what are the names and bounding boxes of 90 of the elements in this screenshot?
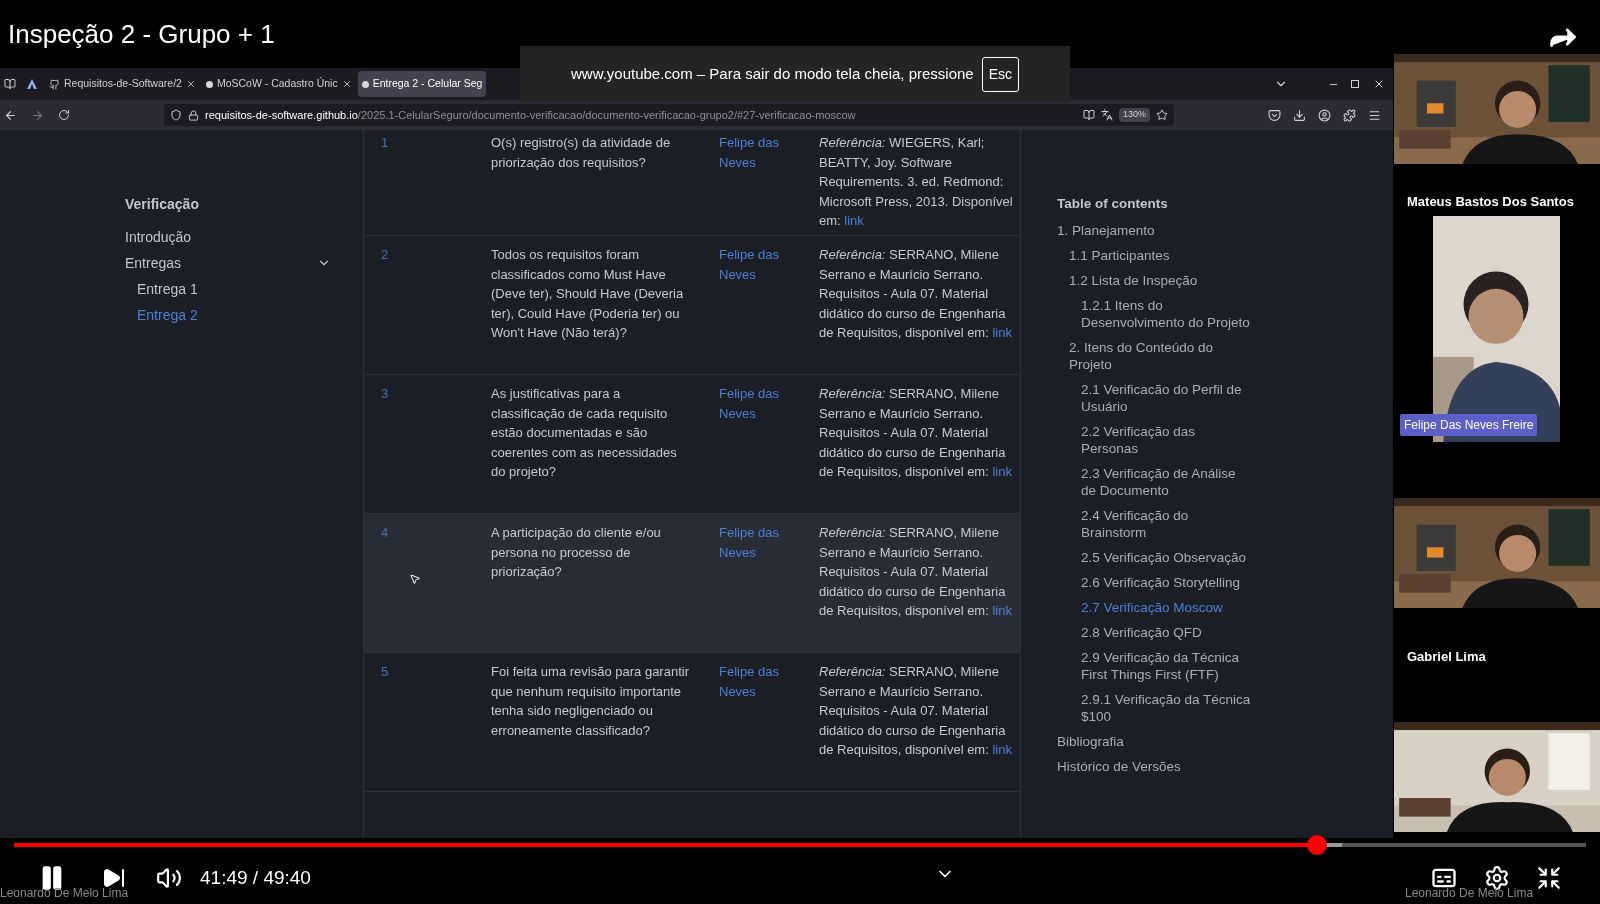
row-number: 4 <box>381 524 389 542</box>
reference-link[interactable]: link <box>992 742 1012 757</box>
participant-name-overlay: Leonardo De Melo Lima <box>1405 885 1534 902</box>
reference-text: Referência: WIEGERS, Karl; BEATTY, Joy. Software Requirements. 3. ed. Redmond: Microsoft Press, 2013. Disponível em: link <box>819 134 1014 230</box>
name-badge: Felipe Das Neves Freire <box>1400 414 1538 437</box>
browser-tab[interactable]: Entrega 2 - Celular Seg <box>357 71 487 97</box>
toc-link[interactable]: 2.7 Verificação Moscow <box>1081 595 1253 621</box>
reader-view-icon[interactable] <box>1082 109 1095 121</box>
account-icon[interactable] <box>1318 108 1331 122</box>
toc-link[interactable]: 2.9 Verificação da Técnica First Things First (FTF) <box>1081 645 1253 688</box>
toc-link[interactable]: Bibliografia <box>1057 729 1253 755</box>
responsible-link[interactable]: Felipe das Neves <box>719 523 819 562</box>
reference-link[interactable]: link <box>844 213 864 228</box>
url-field[interactable]: requisitos-de-software.github.io/2025.1-CelularSeguro/documento-verificacao/documento-verificacao-grupo2/#27-verificacao-moscow 130% <box>164 104 1174 126</box>
video-title: Inspeção 2 - Grupo + 1 <box>8 17 275 51</box>
sidebar-link[interactable]: Entrega 2 <box>125 302 331 328</box>
toc-link[interactable]: 1.2.1 Itens do Desenvolvimento do Projeto <box>1081 293 1253 336</box>
toc-link[interactable]: 2.3 Verificação de Análise de Documento <box>1081 461 1253 504</box>
toc-link[interactable]: 1.2 Lista de Inspeção <box>1069 268 1253 294</box>
question-text: Todos os requisitos foram classificados como Must Have (Deve ter), Should Have (Deveria ter), Could Have (Poderia ter) ou Won't Have (Não terá)? <box>491 246 685 342</box>
forward-icon[interactable] <box>31 108 44 122</box>
sidebar-link[interactable]: Entrega 1 <box>125 276 331 302</box>
next-icon[interactable] <box>102 866 126 890</box>
toc-link[interactable]: Histórico de Versões <box>1057 754 1253 780</box>
row-number: 5 <box>381 663 389 681</box>
toc-link[interactable]: 2.8 Verificação QFD <box>1081 620 1253 646</box>
download-icon[interactable] <box>1293 108 1306 122</box>
translate-icon[interactable] <box>1100 109 1113 121</box>
row-number: 3 <box>381 385 389 403</box>
close-window-icon[interactable] <box>1373 78 1385 90</box>
responsible-link[interactable]: Felipe das Neves <box>719 133 819 172</box>
menu-icon[interactable] <box>1368 108 1381 122</box>
favicon-icon <box>205 80 213 88</box>
reload-icon[interactable] <box>58 109 70 121</box>
toc-link[interactable]: 2.6 Verificação Storytelling <box>1081 570 1253 596</box>
toc-link[interactable]: 2.5 Verificação Observação <box>1081 545 1253 571</box>
reference-text: Referência: SERRANO, Milene Serrano e Maurício Serrano. Requisitos - Aula 07. Material didático do curso de Engenharia de Requisitos, disponível em: link <box>819 246 1013 342</box>
reference-text: Referência: SERRANO, Milene Serrano e Maurício Serrano. Requisitos - Aula 07. Material didático do curso de Engenharia de Requisitos, disponível em: link <box>819 385 1013 481</box>
toc-link[interactable]: 2.4 Verificação do Brainstorm <box>1081 503 1253 546</box>
url-text: requisitos-de-software.github.io/2025.1-CelularSeguro/documento-verificacao/documento-verificacao-grupo2/#27-verificacao-moscow <box>205 107 856 123</box>
toc-link[interactable]: 2.2 Verificação das Personas <box>1081 419 1253 462</box>
toc-link[interactable]: 2. Itens do Conteúdo do Projeto <box>1069 335 1253 378</box>
row-number: 1 <box>381 134 389 152</box>
shield-icon <box>170 109 182 121</box>
participant-name-overlay: Leonardo De Melo Lima <box>0 885 129 902</box>
reference-link[interactable]: link <box>992 464 1012 479</box>
question-text: As justificativas para a classificação de cada requisito estão documentadas e são coerentes com as necessidades do projeto? <box>491 385 678 481</box>
responsible-link[interactable]: Felipe das Neves <box>719 245 819 284</box>
scrubber-handle[interactable] <box>1307 835 1328 855</box>
close-tab-icon[interactable] <box>185 79 196 89</box>
question-text: A participação do cliente e/ou persona no processo de priorização? <box>491 524 662 581</box>
lock-icon <box>188 109 199 121</box>
sidebar-link[interactable]: Introdução <box>125 224 331 250</box>
responsible-link[interactable]: Felipe das Neves <box>719 662 819 701</box>
participant-name: Gabriel Lima <box>1407 649 1486 665</box>
extensions-icon[interactable] <box>1343 108 1356 122</box>
progress-track[interactable] <box>14 843 1586 847</box>
mouse-cursor-icon <box>409 573 421 585</box>
reference-text: Referência: SERRANO, Milene Serrano e Maurício Serrano. Requisitos - Aula 07. Material didático do curso de Engenharia de Requisitos, disponível em: link <box>819 663 1013 759</box>
toc-link[interactable]: 1. Planejamento <box>1057 218 1253 244</box>
toc-heading: Table of contents <box>1057 195 1169 213</box>
toc-link[interactable]: 2.9.1 Verificação da Técnica $100 <box>1081 687 1253 730</box>
close-tab-icon[interactable] <box>341 79 352 89</box>
browser-tab[interactable]: Requisitos-de-Software/2 <box>45 71 200 97</box>
volume-icon[interactable] <box>156 865 182 891</box>
sidebar-heading: Verificação <box>125 195 200 214</box>
pocket-icon[interactable] <box>1268 108 1281 122</box>
reference-link[interactable]: link <box>992 325 1012 340</box>
responsible-link[interactable]: Felipe das Neves <box>719 384 819 423</box>
question-text: Foi feita uma revisão para garantir que nenhum requisito importante tenha sido negligenciado ou erroneamente classificado? <box>491 663 690 740</box>
question-text: O(s) registro(s) da atividade de priorização dos requisitos? <box>491 134 672 172</box>
notice-text: www.youtube.com – Para sair do modo tela cheia, pressione <box>570 63 974 84</box>
back-icon[interactable] <box>4 108 17 122</box>
reference-text: Referência: SERRANO, Milene Serrano e Maurício Serrano. Requisitos - Aula 07. Material didático do curso de Engenharia de Requisitos, disponível em: link <box>819 524 1013 620</box>
zoom-level[interactable]: 130% <box>1118 108 1150 122</box>
toc-link[interactable]: 1.1 Participantes <box>1069 243 1253 269</box>
favicon-icon <box>361 80 369 88</box>
toc-link[interactable]: 2.1 Verificacão do Perfil de Usuário <box>1081 377 1253 420</box>
esc-key: Esc <box>981 56 1020 92</box>
browser-tab[interactable]: MoSCoW - Cadastro Únic <box>201 71 356 97</box>
row-number: 2 <box>381 246 389 264</box>
sidebar-group[interactable]: Entregas <box>125 250 331 276</box>
reference-link[interactable]: link <box>992 603 1012 618</box>
pinned-tab-icon[interactable] <box>26 78 38 90</box>
github-icon <box>49 78 60 90</box>
time-display: 41:49 / 49:40 <box>200 865 311 890</box>
participant-name: Mateus Bastos Dos Santos <box>1407 193 1574 209</box>
restore-icon[interactable] <box>1351 80 1359 88</box>
bookmark-star-icon[interactable] <box>1156 109 1168 121</box>
exit-fullscreen-icon[interactable] <box>1536 865 1562 891</box>
